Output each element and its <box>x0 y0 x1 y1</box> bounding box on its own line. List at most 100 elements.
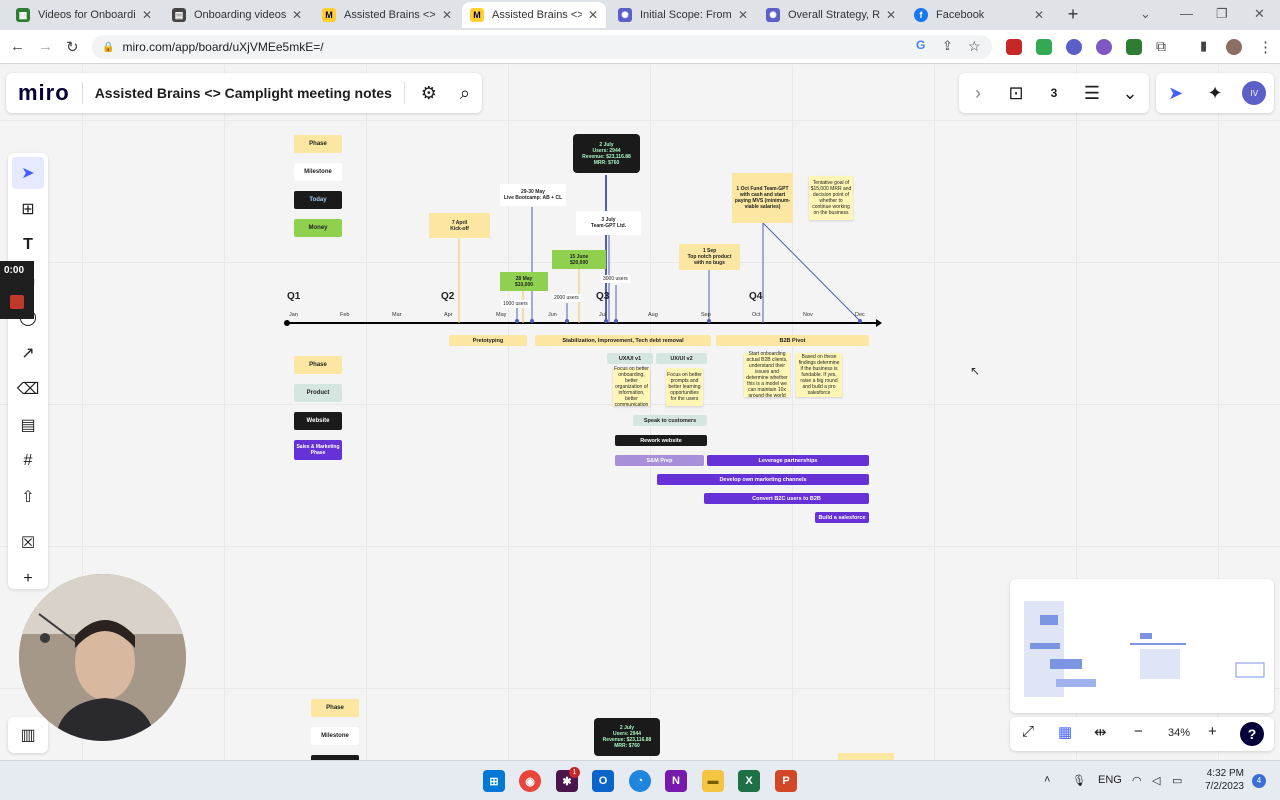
close-icon[interactable]: ✕ <box>442 8 452 22</box>
miro-board-canvas[interactable]: Q1 Q2 Q3 Q4 Jan Feb Mar Apr May Jun Jul … <box>0 65 1280 760</box>
legend-phase[interactable]: Phase <box>294 135 342 153</box>
team-gpt-ltd-note[interactable]: 3 July Team-GPT Ltd. <box>576 211 641 235</box>
search-icon[interactable]: ⌕ <box>453 83 477 104</box>
sales-build-salesforce[interactable]: Build a salesforce <box>815 512 869 523</box>
oct-funding-note[interactable]: 1 Oct Fund Team-GPT with cash and start … <box>732 173 793 223</box>
tab-videos-onboarding[interactable]: ▦ Videos for Onboardi ✕ <box>8 2 160 28</box>
sep-milestone-note[interactable]: 1 Sep Top notch product with no bugs <box>679 244 740 270</box>
fit-width-icon[interactable]: ⇹ <box>1094 723 1107 741</box>
profile-avatar[interactable] <box>1226 39 1242 55</box>
kickoff-note[interactable]: 7 April Kick-off <box>429 213 490 238</box>
battery-icon[interactable]: ▭ <box>1172 774 1182 787</box>
reload-icon[interactable]: ↻ <box>66 38 79 56</box>
minimize-button[interactable]: — <box>1180 6 1193 21</box>
system-clock[interactable]: 4:32 PM 7/2/2023 <box>1202 767 1244 793</box>
input-language[interactable]: ENG <box>1098 774 1122 786</box>
extension-icon[interactable] <box>1066 39 1082 55</box>
chevron-down-double-icon[interactable]: ⌄ <box>1118 83 1142 104</box>
legend-phase[interactable]: Phase <box>311 699 359 717</box>
notification-badge[interactable]: 4 <box>1252 774 1266 788</box>
today-kpi-note[interactable]: 2 July Users: 2944 Revenue: $23,116.88 M… <box>573 134 640 173</box>
board-minimap[interactable] <box>1010 579 1274 713</box>
extension-icon[interactable] <box>1006 39 1022 55</box>
close-icon[interactable]: ✕ <box>142 8 152 22</box>
webcam-video-bubble[interactable] <box>19 574 186 741</box>
extensions-puzzle-icon[interactable]: ⧉ <box>1156 38 1166 55</box>
legend-money[interactable]: Money <box>294 219 342 237</box>
legend-milestone[interactable]: Milestone <box>294 163 342 181</box>
side-panel-icon[interactable]: ▮ <box>1200 38 1207 54</box>
more-tools-plus-icon[interactable]: + <box>12 563 44 595</box>
sales-marketing-channels[interactable]: Develop own marketing channels <box>657 474 869 485</box>
google-icon[interactable]: G <box>916 38 925 52</box>
uxui-v2-note[interactable]: Focus on better prompts and better learn… <box>666 368 703 406</box>
close-icon[interactable]: ✕ <box>292 8 302 22</box>
messenger-icon[interactable]: ◔ <box>629 770 651 792</box>
legend-phase[interactable]: Phase <box>294 356 342 374</box>
board-title[interactable]: Assisted Brains <> Camplight meeting not… <box>95 85 392 101</box>
extension-icon[interactable] <box>1036 39 1052 55</box>
tray-chevron-up-icon[interactable]: ˄ <box>1044 774 1050 786</box>
phase-pretotyping[interactable]: Pretotyping <box>449 335 527 346</box>
microphone-icon[interactable]: 🎙 <box>1072 774 1086 787</box>
product-uxui-v1[interactable]: UX/UI v1 <box>607 353 653 364</box>
connection-line-icon[interactable]: ↗ <box>12 337 44 369</box>
uxui-v1-note[interactable]: Focus on better onboarding, better organ… <box>613 366 650 408</box>
screen-recorder-widget[interactable]: 0:00 <box>0 261 34 319</box>
phase-stabilization[interactable]: Stabilization, Improvement, Tech debt re… <box>535 335 711 346</box>
legend-website[interactable]: Website <box>294 412 342 430</box>
tab-assisted-brains-1[interactable]: M Assisted Brains <> C ✕ <box>314 2 460 28</box>
sidebar-toggle-icon[interactable]: ▥ <box>8 717 48 753</box>
avatar[interactable]: IV <box>1242 81 1267 105</box>
onenote-icon[interactable]: N <box>665 770 687 792</box>
extension-icon[interactable] <box>1126 39 1142 55</box>
website-rework[interactable]: Rework website <box>615 435 707 446</box>
eraser-icon[interactable]: ⌫ <box>12 373 44 405</box>
frame-icon[interactable]: # <box>12 445 44 477</box>
stop-record-button[interactable] <box>10 295 24 309</box>
b2b-fundable-note[interactable]: Based on these findings determine if the… <box>796 353 842 397</box>
tab-overall-strategy[interactable]: ✺ Overall Strategy, Ro ✕ <box>758 2 904 28</box>
select-cursor-icon[interactable]: ➤ <box>12 157 44 189</box>
templates-icon[interactable]: ⊞ <box>12 193 44 225</box>
b2b-onboarding-note[interactable]: Start onboarding actual B2B clients, und… <box>744 351 790 399</box>
bookmark-star-icon[interactable]: ☆ <box>968 38 981 55</box>
map-icon[interactable]: ▦ <box>1058 723 1072 741</box>
close-icon[interactable]: ✕ <box>886 8 896 22</box>
notes-list-icon[interactable]: ☰ <box>1080 83 1104 104</box>
sales-convert-b2c[interactable]: Convert B2C users to B2B <box>704 493 869 504</box>
apps-icon[interactable]: ☒ <box>12 527 44 559</box>
close-icon[interactable]: ✕ <box>588 8 598 22</box>
money-june-note[interactable]: 15 June $20,000 <box>552 250 606 269</box>
cursor-select-icon[interactable]: ➤ <box>1164 83 1188 104</box>
tab-assisted-brains-active[interactable]: M Assisted Brains <> C ✕ <box>462 2 606 28</box>
tab-search-chevron-icon[interactable]: ⌄ <box>1140 6 1151 22</box>
legend-product[interactable]: Product <box>294 384 342 402</box>
legend-sales-marketing[interactable]: Sales & Marketing Phase <box>294 440 342 460</box>
comment-icon[interactable]: ▤ <box>12 409 44 441</box>
file-explorer-icon[interactable]: ▬ <box>702 770 724 792</box>
help-icon[interactable]: ? <box>1240 722 1264 746</box>
wifi-icon[interactable]: ◠ <box>1132 774 1142 787</box>
outlook-icon[interactable]: O <box>592 770 614 792</box>
money-may-note[interactable]: 28 May $10,000 <box>500 272 548 291</box>
close-icon[interactable]: ✕ <box>1034 8 1044 22</box>
forward-arrow-icon[interactable]: → <box>38 38 53 55</box>
address-bar[interactable]: 🔒 miro.com/app/board/uXjVMEe5mkE=/ <box>92 35 992 59</box>
mrr-goal-note[interactable]: Tentative goal of $15,000 MRR and decisi… <box>809 176 853 220</box>
menu-kebab-icon[interactable]: ⋮ <box>1258 38 1273 56</box>
excel-icon[interactable]: X <box>738 770 760 792</box>
maximize-button[interactable]: ❐ <box>1216 6 1228 22</box>
product-speak-to-customers[interactable]: Speak to customers <box>633 415 707 426</box>
legend-milestone[interactable]: Milestone <box>311 727 359 745</box>
powerpoint-icon[interactable]: P <box>775 770 797 792</box>
today-kpi-note-duplicate[interactable]: 2 July Users: 2944 Revenue: $23,116.88 M… <box>594 718 660 756</box>
close-icon[interactable]: ✕ <box>738 8 748 22</box>
text-tool-icon[interactable]: T <box>12 229 44 261</box>
bootcamp-note[interactable]: 29-30 May Live Bootcamp: AB + CL <box>500 184 566 206</box>
upload-icon[interactable]: ⇧ <box>12 481 44 513</box>
timer-3-icon[interactable]: 3 <box>1042 86 1066 100</box>
reactions-party-icon[interactable]: ✦ <box>1203 83 1227 104</box>
speaker-icon[interactable]: ◁ <box>1152 774 1160 787</box>
fullscreen-icon[interactable]: ⤢ <box>1022 723 1034 740</box>
